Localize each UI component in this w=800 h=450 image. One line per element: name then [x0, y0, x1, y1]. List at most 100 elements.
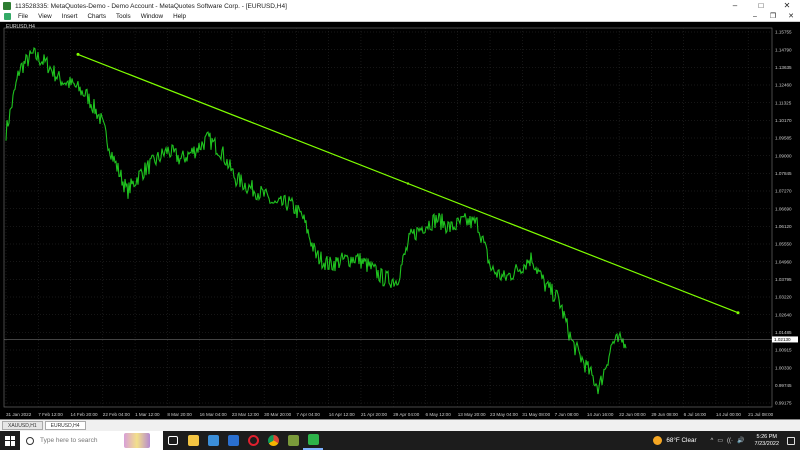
x-tick-label: 8 Mar 20:00: [167, 412, 192, 417]
y-tick-label: 1.09000: [775, 153, 792, 158]
menu-help[interactable]: Help: [168, 13, 191, 20]
file-explorer-icon[interactable]: [183, 431, 203, 450]
x-tick-label: 16 Mar 04:00: [200, 412, 228, 417]
trendline-mid-handle: [406, 182, 410, 185]
chart-close-button[interactable]: ✕: [782, 12, 800, 22]
title-bar[interactable]: 113528335: MetaQuotes-Demo - Demo Accoun…: [0, 0, 800, 12]
y-tick-label: 1.07270: [775, 189, 792, 194]
x-tick-label: 29 Jun 08:00: [651, 412, 678, 417]
current-price-label: 1.02130: [774, 337, 791, 342]
y-tick-label: 1.00915: [775, 348, 792, 353]
wifi-icon[interactable]: ((·: [727, 438, 733, 444]
x-tick-label: 7 Apr 04:00: [296, 412, 320, 417]
y-tick-label: 1.07845: [775, 171, 792, 176]
chart-window-controls: – ❐ ✕: [746, 12, 800, 22]
price-chart[interactable]: 1.15755 1.14790 1.13635 1.12460 1.11325 1.101…: [0, 22, 800, 419]
menu-insert[interactable]: Insert: [57, 13, 83, 20]
x-tick-label: 31 May 08:00: [522, 412, 550, 417]
x-tick-label: 21 Apr 20:00: [361, 412, 387, 417]
chart-window-icon[interactable]: [4, 13, 11, 20]
menu-bar: File View Insert Charts Tools Window Hel…: [0, 12, 800, 22]
window-controls: – □ ✕: [722, 0, 800, 12]
menu-file[interactable]: File: [13, 13, 33, 20]
clock[interactable]: 5:26 PM 7/23/2022: [755, 434, 779, 448]
taskbar-search[interactable]: [20, 431, 163, 450]
y-tick-label: 1.10170: [775, 118, 792, 123]
trendline-start-handle: [76, 52, 80, 56]
tray-chevron-icon[interactable]: ^: [711, 438, 714, 444]
search-highlight-image: [124, 433, 150, 448]
y-tick-label: 1.14790: [775, 47, 792, 52]
trendline-end-handle: [736, 311, 740, 315]
search-icon: [26, 436, 34, 445]
app-window: 113528335: MetaQuotes-Demo - Demo Accoun…: [0, 0, 800, 450]
x-tick-label: 29 Apr 04:00: [393, 412, 419, 417]
battery-icon[interactable]: ▭: [717, 437, 723, 444]
y-tick-label: 1.05550: [775, 242, 792, 247]
x-tick-label: 31 Jan 2022: [6, 412, 32, 417]
y-tick-label: 1.11325: [775, 100, 792, 105]
maximize-button[interactable]: □: [748, 0, 774, 12]
chart-canvas[interactable]: 1.15755 1.14790 1.13635 1.12460 1.11325 1.101…: [0, 22, 800, 419]
x-tick-label: 14 Jun 16:00: [587, 412, 614, 417]
menu-charts[interactable]: Charts: [82, 13, 111, 20]
tab-xauusd-h1[interactable]: XAUUSD,H1: [2, 421, 43, 430]
clock-time: 5:26 PM: [756, 433, 777, 440]
system-tray: 68°F Clear ^ ▭ ((· 🔊 5:26 PM 7/23/2022: [653, 431, 800, 450]
y-tick-label: 1.12460: [775, 83, 792, 88]
y-tick-label: 1.04960: [775, 259, 792, 264]
minimize-button[interactable]: –: [722, 0, 748, 12]
x-tick-label: 13 May 20:00: [458, 412, 486, 417]
search-input[interactable]: [40, 437, 120, 444]
store-icon[interactable]: [203, 431, 223, 450]
chart-tab-strip: XAUUSD,H1 EURUSD,H4: [0, 419, 800, 431]
x-tick-label: 14 Jul 00:00: [716, 412, 741, 417]
app-icon: [3, 2, 11, 10]
chart-minimize-button[interactable]: –: [746, 12, 764, 22]
x-tick-label: 21 Jul 08:00: [748, 412, 773, 417]
tab-eurusd-h4[interactable]: EURUSD,H4: [44, 421, 86, 430]
y-tick-label: 1.06690: [775, 206, 792, 211]
menu-tools[interactable]: Tools: [111, 13, 136, 20]
notifications-icon[interactable]: [787, 436, 795, 445]
price-line: [5, 47, 627, 395]
close-button[interactable]: ✕: [774, 0, 800, 12]
metatrader-taskbar-icon[interactable]: [303, 431, 323, 450]
window-title: 113528335: MetaQuotes-Demo - Demo Accoun…: [15, 2, 287, 10]
volume-icon[interactable]: 🔊: [737, 437, 744, 444]
chrome-icon[interactable]: [263, 431, 283, 450]
weather-text[interactable]: 68°F Clear: [666, 437, 696, 444]
start-button[interactable]: [0, 431, 20, 450]
x-tick-label: 1 Mar 12:00: [135, 412, 160, 417]
x-tick-label: 23 May 04:00: [490, 412, 518, 417]
mail-icon[interactable]: [223, 431, 243, 450]
y-tick-label: 1.03795: [775, 277, 792, 282]
x-tick-label: 22 Jun 00:00: [619, 412, 646, 417]
task-view-icon[interactable]: [163, 431, 183, 450]
menu-view[interactable]: View: [33, 13, 57, 20]
clock-date: 7/23/2022: [754, 440, 779, 447]
x-tick-label: 6 May 12:00: [425, 412, 451, 417]
x-tick-label: 7 Feb 12:00: [38, 412, 63, 417]
y-tick-label: 0.99175: [775, 401, 792, 406]
y-tick-label: 1.01485: [775, 330, 792, 335]
y-tick-label: 1.15755: [775, 30, 792, 35]
y-tick-label: 1.02640: [775, 312, 792, 317]
x-tick-label: 30 Mar 20:00: [264, 412, 292, 417]
x-tick-label: 7 Jun 08:00: [555, 412, 579, 417]
taskbar: 68°F Clear ^ ▭ ((· 🔊 5:26 PM 7/23/2022: [0, 431, 800, 450]
weather-moon-icon[interactable]: [653, 436, 663, 445]
chart-restore-button[interactable]: ❐: [764, 12, 782, 22]
app-icon-taskbar[interactable]: [283, 431, 303, 450]
y-tick-label: 1.13635: [775, 65, 792, 70]
x-tick-label: 6 Jul 16:00: [684, 412, 707, 417]
y-tick-label: 1.03220: [775, 295, 792, 300]
menu-window[interactable]: Window: [136, 13, 168, 20]
y-tick-label: 1.00330: [775, 365, 792, 370]
x-tick-label: 22 Feb 04:00: [103, 412, 131, 417]
x-tick-label: 14 Feb 20:00: [71, 412, 99, 417]
opera-icon[interactable]: [243, 431, 263, 450]
windows-logo-icon: [5, 435, 15, 446]
x-tick-label: 14 Apr 12:00: [329, 412, 355, 417]
chart-symbol-label: EURUSD,H4: [6, 24, 35, 30]
